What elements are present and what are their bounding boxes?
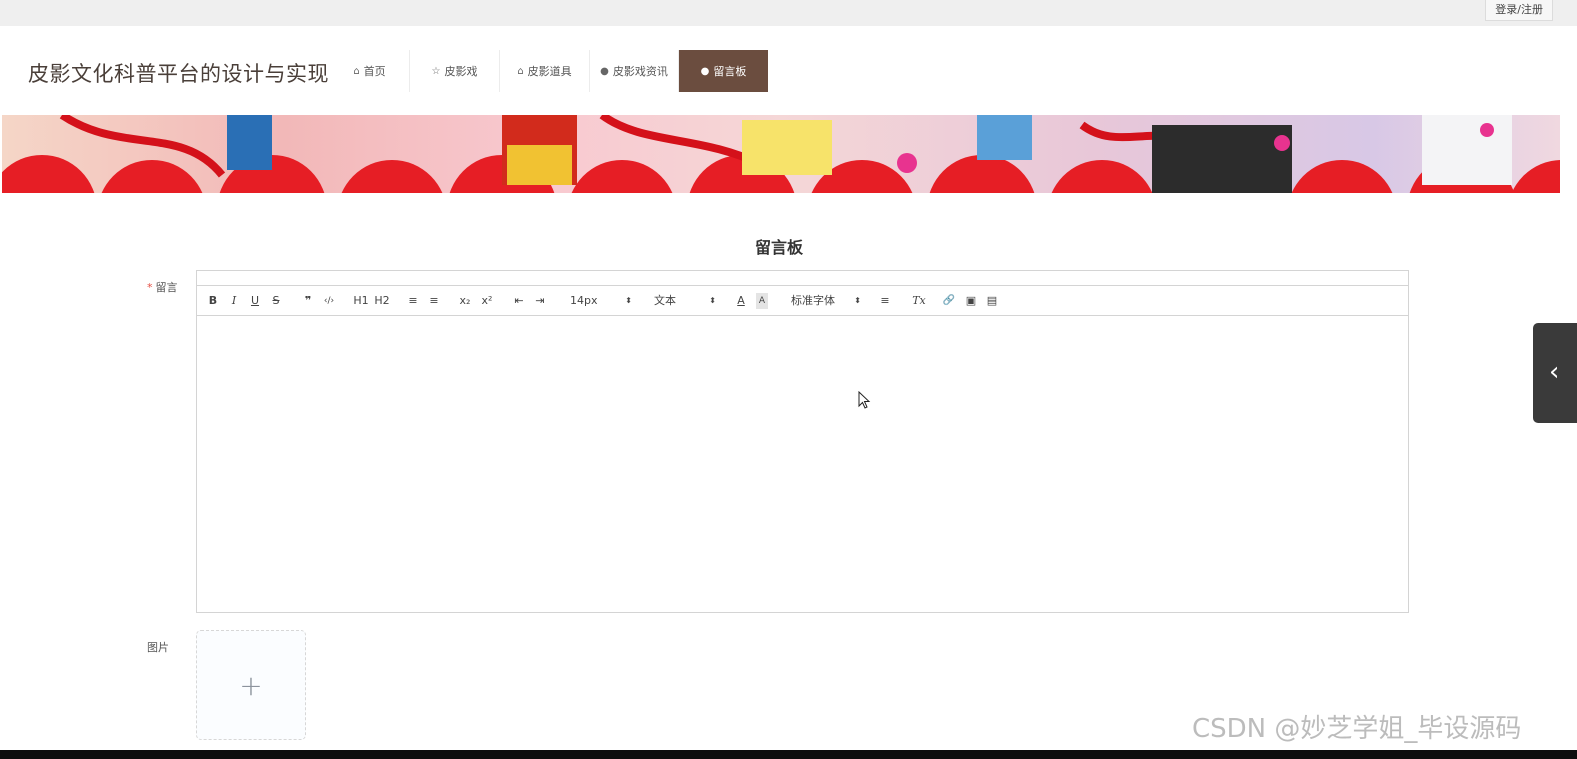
video-button[interactable]: ▤ bbox=[985, 293, 999, 309]
header-select[interactable]: 文本 ⬍ bbox=[654, 293, 716, 309]
message-label-text: 留言 bbox=[155, 281, 178, 294]
nav-item-label: 皮影道具 bbox=[527, 65, 572, 78]
select-arrow-icon: ⬍ bbox=[854, 296, 861, 305]
superscript-button[interactable]: x² bbox=[480, 293, 494, 309]
font-family-value: 标准字体 bbox=[791, 294, 835, 307]
message-label: * 留言 bbox=[147, 279, 178, 295]
site-title: 皮影文化科普平台的设计与实现 bbox=[28, 62, 329, 86]
side-panel-toggle[interactable]: ‹ bbox=[1533, 323, 1577, 423]
clear-format-button[interactable]: Tx bbox=[911, 293, 927, 309]
star-icon: ☆ bbox=[431, 65, 441, 77]
image-label: 图片 bbox=[147, 641, 169, 654]
bottom-edge bbox=[0, 750, 1577, 759]
nav-item-news[interactable]: ● 皮影戏资讯 bbox=[590, 50, 679, 92]
required-mark: * bbox=[147, 281, 153, 294]
bag-icon: ⌂ bbox=[517, 65, 524, 77]
header2-button[interactable]: H2 bbox=[374, 293, 390, 309]
plus-icon: + bbox=[239, 668, 263, 702]
image-upload-area[interactable]: + bbox=[196, 630, 306, 740]
outdent-button[interactable]: ⇤ bbox=[512, 293, 526, 309]
bold-button[interactable]: B bbox=[207, 293, 219, 309]
blockquote-button[interactable]: ❞ bbox=[301, 293, 315, 309]
banner-artwork bbox=[2, 115, 1560, 193]
link-button[interactable]: 🔗 bbox=[942, 293, 956, 309]
indent-button[interactable]: ⇥ bbox=[533, 293, 547, 309]
nav-item-label: 留言板 bbox=[713, 65, 747, 78]
bullet-list-button[interactable]: ≡ bbox=[427, 293, 441, 309]
image-button[interactable]: ▣ bbox=[964, 293, 978, 309]
watermark: CSDN @妙芝学姐_毕设源码 bbox=[1192, 714, 1522, 744]
strike-button[interactable]: S bbox=[270, 293, 282, 309]
text-color-button[interactable]: A bbox=[735, 293, 747, 309]
nav-item-label: 皮影戏 bbox=[444, 65, 478, 78]
editor-toolbar: B I U S ❞ ‹/› H1 H2 ≡ ≡ x₂ x² ⇤ ⇥ 14px ⬍… bbox=[197, 285, 1408, 316]
font-size-select[interactable]: 14px ⬍ bbox=[570, 293, 632, 309]
main-nav: ⌂ 首页 ☆ 皮影戏 ⌂ 皮影道具 ● 皮影戏资讯 ● 留言板 bbox=[330, 50, 768, 92]
align-button[interactable]: ≡ bbox=[878, 293, 892, 309]
code-block-button[interactable]: ‹/› bbox=[321, 293, 337, 309]
chevron-left-icon: ‹ bbox=[1549, 357, 1560, 387]
info-icon: ● bbox=[600, 65, 609, 77]
login-register-button[interactable]: 登录/注册 bbox=[1485, 0, 1553, 21]
banner-image bbox=[2, 115, 1560, 193]
mouse-cursor-icon bbox=[858, 391, 871, 409]
header1-button[interactable]: H1 bbox=[353, 293, 369, 309]
underline-button[interactable]: U bbox=[249, 293, 261, 309]
font-family-select[interactable]: 标准字体 ⬍ bbox=[791, 293, 861, 309]
select-arrow-icon: ⬍ bbox=[625, 296, 632, 305]
header-select-value: 文本 bbox=[654, 294, 676, 307]
nav-item-message-board[interactable]: ● 留言板 bbox=[679, 50, 768, 92]
subscript-button[interactable]: x₂ bbox=[458, 293, 472, 309]
nav-item-label: 皮影戏资讯 bbox=[612, 65, 668, 78]
font-size-value: 14px bbox=[570, 294, 598, 307]
ordered-list-button[interactable]: ≡ bbox=[406, 293, 420, 309]
home-icon: ⌂ bbox=[353, 65, 360, 77]
select-arrow-icon: ⬍ bbox=[709, 296, 716, 305]
editor-content-area[interactable] bbox=[197, 316, 1408, 612]
nav-item-shadow-play[interactable]: ☆ 皮影戏 bbox=[410, 50, 500, 92]
background-color-button[interactable]: A bbox=[756, 293, 768, 309]
page-heading: 留言板 bbox=[754, 238, 803, 257]
italic-button[interactable]: I bbox=[228, 293, 240, 309]
message-editor: B I U S ❞ ‹/› H1 H2 ≡ ≡ x₂ x² ⇤ ⇥ 14px ⬍… bbox=[196, 270, 1409, 613]
question-icon: ● bbox=[700, 65, 710, 77]
nav-item-props[interactable]: ⌂ 皮影道具 bbox=[500, 50, 590, 92]
top-bar: 登录/注册 bbox=[0, 0, 1577, 26]
nav-item-label: 首页 bbox=[363, 65, 386, 78]
nav-item-home[interactable]: ⌂ 首页 bbox=[330, 50, 410, 92]
